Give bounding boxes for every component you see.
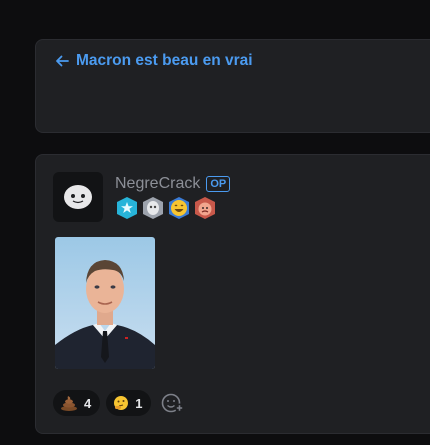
laughing-emoji-badge[interactable]: [167, 196, 191, 220]
reaction-poop[interactable]: 4: [53, 390, 101, 416]
back-link[interactable]: Macron est beau en vrai: [55, 52, 253, 70]
reaction-thinking[interactable]: 1: [106, 390, 152, 416]
author-badges: [115, 196, 217, 220]
post-image[interactable]: [55, 237, 155, 369]
red-face-badge[interactable]: [193, 196, 217, 220]
teal-star-badge[interactable]: [115, 196, 139, 220]
poop-emoji-icon: [61, 396, 77, 411]
author-name[interactable]: NegreCrack: [115, 175, 200, 193]
ghost-badge[interactable]: [141, 196, 165, 220]
thread-title: Macron est beau en vrai: [76, 52, 253, 69]
add-reaction-icon[interactable]: [161, 392, 185, 414]
thread-title-card: Macron est beau en vrai: [35, 39, 430, 133]
arrow-left-icon: [56, 55, 69, 67]
post-card: NegreCrack OP 4 1: [35, 154, 430, 434]
author-row: NegreCrack OP: [115, 175, 231, 193]
reactions-bar: 4 1: [53, 390, 185, 416]
avatar[interactable]: [53, 172, 103, 222]
reaction-count: 1: [135, 395, 143, 411]
ghost-avatar-icon: [64, 185, 92, 209]
op-badge: OP: [206, 176, 231, 192]
thinking-emoji-icon: [114, 396, 129, 410]
reaction-count: 4: [84, 395, 92, 411]
